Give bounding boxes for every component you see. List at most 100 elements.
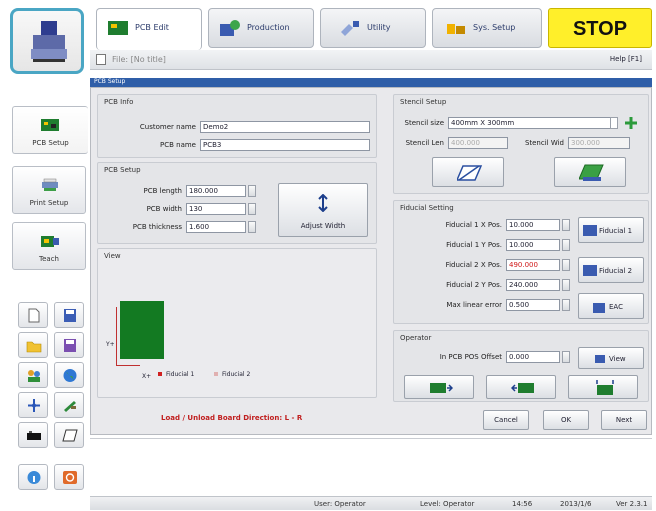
stencil-len-input: 400.000	[448, 137, 508, 149]
save-icon	[64, 309, 76, 322]
customer-name-label: Customer name	[139, 123, 196, 131]
tab-label: PCB Edit	[135, 23, 169, 32]
shape-button[interactable]	[54, 422, 84, 448]
pcb-pos-offset-label: In PCB POS Offset	[439, 353, 502, 361]
next-button[interactable]: Next	[601, 410, 647, 430]
pcb-length-label: PCB length	[143, 187, 182, 195]
sidebar-item-pcb-setup[interactable]: PCB Setup	[12, 106, 88, 154]
fiducial-1-x-spinner[interactable]	[562, 219, 570, 231]
board-clamp-icon	[596, 380, 614, 395]
add-stencil-icon[interactable]	[624, 116, 638, 130]
move-board-out-button[interactable]	[486, 375, 556, 399]
pcb-thickness-spinner[interactable]	[248, 221, 256, 233]
folder-icon	[26, 341, 42, 353]
customer-name-input[interactable]: Demo2	[200, 121, 370, 133]
sidebar-item-teach[interactable]: Teach	[12, 222, 86, 270]
chevron-down-icon[interactable]	[610, 117, 618, 129]
fiducial-2-y-spinner[interactable]	[562, 279, 570, 291]
fiducial-1-x-label: Fiducial 1 X Pos.	[445, 221, 502, 229]
fiducial-2-x-spinner[interactable]	[562, 259, 570, 271]
group-title: View	[104, 252, 121, 260]
open-folder-button[interactable]	[18, 332, 48, 358]
pcb-setup-dialog: PCB Info Customer name Demo2 PCB name PC…	[90, 87, 652, 435]
view-icon	[595, 355, 605, 363]
tab-sys-setup[interactable]: Sys. Setup	[432, 8, 542, 48]
eac-button[interactable]: EAC	[578, 293, 644, 319]
stop-button[interactable]: STOP	[548, 8, 652, 48]
pcb-pos-offset-spinner[interactable]	[562, 351, 570, 363]
pcb-setup-group: PCB Setup PCB length 180.000 PCB width 1…	[97, 162, 377, 244]
sys-setup-icon	[447, 24, 465, 34]
group-title: PCB Info	[104, 98, 134, 106]
fiducial-1-button[interactable]: Fiducial 1	[578, 217, 644, 243]
tab-pcb-edit[interactable]: PCB Edit	[96, 8, 202, 50]
fiducial-1-y-spinner[interactable]	[562, 239, 570, 251]
stencil-load-icon	[579, 164, 604, 181]
pcb-length-input[interactable]: 180.000	[186, 185, 246, 197]
tools-button[interactable]	[54, 392, 84, 418]
fiducial-1-x-input[interactable]: 10.000	[506, 219, 560, 231]
pcb-name-label: PCB name	[160, 141, 196, 149]
stencil-align-icon	[457, 165, 483, 181]
tab-utility[interactable]: Utility	[320, 8, 426, 48]
view-button[interactable]: View	[578, 347, 644, 369]
stencil-wid-label: Stencil Wid	[524, 139, 564, 147]
align-button[interactable]	[18, 392, 48, 418]
pcb-edit-icon	[108, 21, 128, 35]
status-level: Level: Operator	[420, 500, 475, 508]
tab-production[interactable]: Production	[208, 8, 314, 48]
globe-button[interactable]	[54, 362, 84, 388]
save-button[interactable]	[54, 302, 84, 328]
fiducial-2-button-label: Fiducial 2	[599, 267, 633, 275]
fiducial-2-marker	[214, 372, 218, 376]
eac-button-label: EAC	[609, 303, 623, 311]
ok-button[interactable]: OK	[543, 410, 589, 430]
pcb-width-spinner[interactable]	[248, 203, 256, 215]
pcb-thickness-label: PCB thickness	[132, 223, 182, 231]
board-clamp-button[interactable]	[568, 375, 638, 399]
stencil-size-select[interactable]: 400mm X 300mm	[448, 117, 618, 129]
pcb-name-input[interactable]: PCB3	[200, 139, 370, 151]
group-title: PCB Setup	[104, 166, 141, 174]
stencil-align-button[interactable]	[432, 157, 504, 187]
help-link[interactable]: Help [F1]	[610, 55, 642, 63]
max-linear-error-input[interactable]: 0.500	[506, 299, 560, 311]
eac-icon	[593, 303, 605, 313]
pcb-thickness-input[interactable]: 1.600	[186, 221, 246, 233]
stencil-setup-group: Stencil Setup Stencil size 400mm X 300mm…	[393, 94, 649, 194]
pcb-board-icon	[41, 119, 59, 131]
dialog-title-bar: PCB Setup	[90, 78, 652, 87]
fiducial-2-button[interactable]: Fiducial 2	[578, 257, 644, 283]
info-button[interactable]	[18, 464, 48, 490]
exit-button[interactable]	[54, 464, 84, 490]
save-as-button[interactable]	[54, 332, 84, 358]
users-icon	[28, 370, 40, 382]
max-linear-error-spinner[interactable]	[562, 299, 570, 311]
print-icon	[42, 178, 58, 191]
board-icon	[27, 431, 41, 440]
globe-icon	[63, 369, 77, 382]
pcb-length-spinner[interactable]	[248, 185, 256, 197]
pcb-width-input[interactable]: 130	[186, 203, 246, 215]
board-button[interactable]	[18, 422, 48, 448]
x-axis-line	[116, 365, 140, 366]
pcb-info-group: PCB Info Customer name Demo2 PCB name PC…	[97, 94, 377, 158]
fiducial-2-y-input[interactable]: 240.000	[506, 279, 560, 291]
tab-label: Utility	[367, 23, 391, 32]
fiducial-camera-icon	[583, 265, 597, 276]
view-group: View Y+ X+ Fiducial 1 Fiducial 2	[97, 248, 377, 398]
group-title: Fiducial Setting	[400, 204, 454, 212]
adjust-width-button[interactable]: Adjust Width	[278, 183, 368, 237]
machine-logo[interactable]	[10, 8, 84, 74]
fiducial-2-x-input[interactable]: 490.000	[506, 259, 560, 271]
cancel-button[interactable]: Cancel	[483, 410, 529, 430]
sidebar-item-print-setup[interactable]: Print Setup	[12, 166, 86, 214]
users-button[interactable]	[18, 362, 48, 388]
legend-fiducial-2: Fiducial 2	[222, 371, 251, 378]
fiducial-1-y-input[interactable]: 10.000	[506, 239, 560, 251]
sidebar-item-label: PCB Setup	[32, 139, 69, 147]
stencil-load-button[interactable]	[554, 157, 626, 187]
new-file-button[interactable]	[18, 302, 48, 328]
pcb-pos-offset-input[interactable]: 0.000	[506, 351, 560, 363]
move-board-in-button[interactable]	[404, 375, 474, 399]
